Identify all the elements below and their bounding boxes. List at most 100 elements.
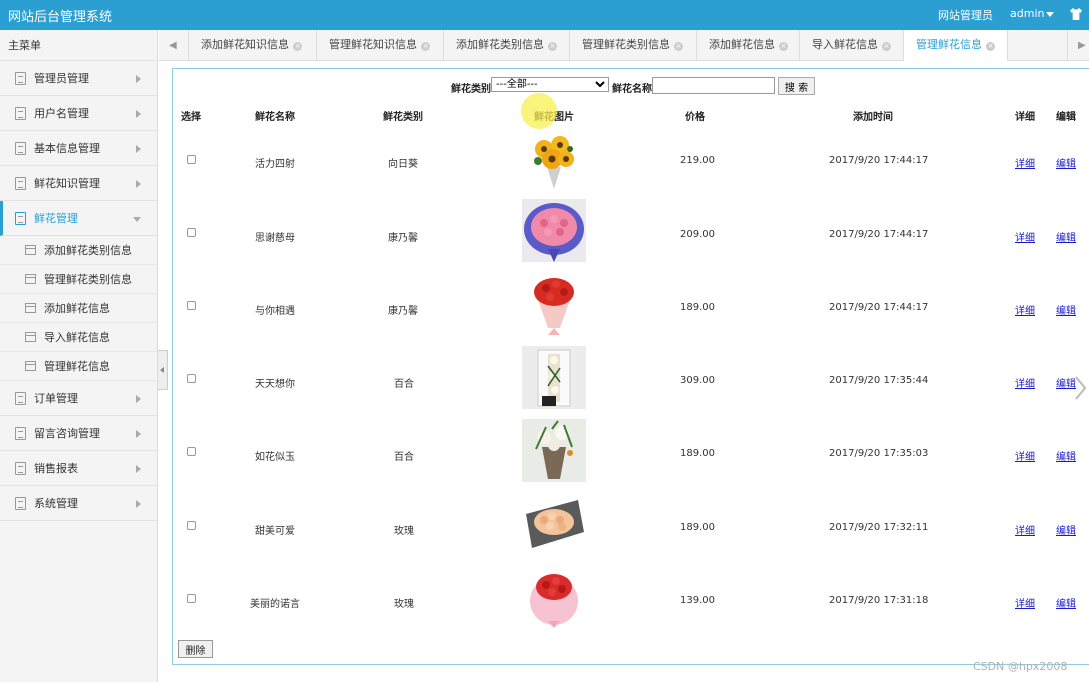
row-checkbox[interactable] — [187, 521, 196, 530]
category-cell: 百合 — [394, 452, 414, 463]
row-checkbox[interactable] — [187, 594, 196, 603]
document-icon — [15, 72, 26, 85]
tab-scroll-left-button[interactable]: ◀ — [159, 30, 189, 60]
row-checkbox[interactable] — [187, 228, 196, 237]
flower-name-cell: 甜美可爱 — [255, 526, 295, 537]
edit-link[interactable]: 编辑 — [1056, 302, 1076, 317]
price-cell: 309.00 — [680, 375, 715, 386]
sidebar-subitem-label: 添加鲜花信息 — [44, 302, 110, 315]
edit-link[interactable]: 编辑 — [1056, 448, 1076, 463]
added-time-cell: 2017/9/20 17:44:17 — [829, 229, 929, 240]
chevron-right-icon — [136, 180, 141, 188]
price-cell: 139.00 — [680, 595, 715, 606]
user-menu[interactable]: admin — [1010, 7, 1044, 20]
tab-manage-flower[interactable]: 管理鲜花信息 × — [904, 30, 1008, 61]
tab-manage-knowledge[interactable]: 管理鲜花知识信息 × — [317, 30, 444, 60]
detail-link[interactable]: 详细 — [1015, 229, 1035, 244]
sidebar-collapse-handle[interactable] — [158, 350, 168, 390]
category-cell: 玫瑰 — [394, 599, 414, 610]
tab-scroll-right-button[interactable]: ▶ — [1067, 30, 1089, 60]
edit-link[interactable]: 编辑 — [1056, 155, 1076, 170]
sidebar-subitem-label: 管理鲜花信息 — [44, 360, 110, 373]
tab-label: 添加鲜花类别信息 — [456, 38, 544, 51]
close-icon[interactable]: × — [779, 42, 788, 51]
header-edit: 编辑 — [1056, 112, 1076, 123]
detail-link[interactable]: 详细 — [1015, 522, 1035, 537]
document-icon — [15, 142, 26, 155]
theme-shirt-icon[interactable] — [1070, 8, 1082, 20]
sidebar-item-basic-info[interactable]: 基本信息管理 — [0, 131, 157, 166]
close-icon[interactable]: × — [293, 42, 302, 51]
detail-link[interactable]: 详细 — [1015, 448, 1035, 463]
document-icon — [15, 497, 26, 510]
sidebar-subitem-add-flower[interactable]: 添加鲜花信息 — [0, 294, 157, 323]
sidebar-item-orders[interactable]: 订单管理 — [0, 381, 157, 416]
tab-add-flower[interactable]: 添加鲜花信息 × — [697, 30, 800, 60]
chevron-right-icon[interactable] — [1074, 376, 1087, 400]
close-icon[interactable]: × — [674, 42, 683, 51]
row-checkbox[interactable] — [187, 374, 196, 383]
sidebar-item-flowers[interactable]: 鲜花管理 — [0, 201, 157, 236]
red-carnation-bouquet-image — [522, 272, 586, 335]
tab-bar: ◀ 添加鲜花知识信息 × 管理鲜花知识信息 × 添加鲜花类别信息 × 管理鲜花类别信息… — [159, 30, 1089, 61]
price-cell: 189.00 — [680, 522, 715, 533]
cursor-highlight — [521, 93, 557, 129]
sidebar-item-users[interactable]: 用户名管理 — [0, 96, 157, 131]
edit-link[interactable]: 编辑 — [1056, 375, 1076, 390]
chevron-down-icon — [133, 217, 141, 222]
sidebar-item-flower-knowledge[interactable]: 鲜花知识管理 — [0, 166, 157, 201]
price-cell: 219.00 — [680, 155, 715, 166]
tab-add-knowledge[interactable]: 添加鲜花知识信息 × — [189, 30, 317, 60]
detail-link[interactable]: 详细 — [1015, 375, 1035, 390]
sidebar-subitem-add-category[interactable]: 添加鲜花类别信息 — [0, 236, 157, 265]
detail-link[interactable]: 详细 — [1015, 302, 1035, 317]
sidebar-item-messages[interactable]: 留言咨询管理 — [0, 416, 157, 451]
admin-role-label: 网站管理员 — [938, 9, 993, 22]
flower-name-cell: 如花似玉 — [255, 452, 295, 463]
header-select: 选择 — [181, 112, 201, 123]
added-time-cell: 2017/9/20 17:44:17 — [829, 302, 929, 313]
chevron-right-icon — [136, 75, 141, 83]
chevron-down-icon[interactable] — [1046, 12, 1054, 17]
sidebar-item-sales-report[interactable]: 销售报表 — [0, 451, 157, 486]
row-checkbox[interactable] — [187, 301, 196, 310]
category-cell: 向日葵 — [388, 159, 418, 170]
lily-gift-box-image — [522, 346, 586, 409]
edit-link[interactable]: 编辑 — [1056, 522, 1076, 537]
sidebar-subitem-label: 添加鲜花类别信息 — [44, 244, 132, 257]
flower-name-cell: 思谢慈母 — [255, 233, 295, 244]
category-select[interactable]: ---全部--- — [491, 77, 609, 92]
tab-add-category[interactable]: 添加鲜花类别信息 × — [444, 30, 570, 60]
flower-name-input[interactable] — [652, 77, 775, 94]
detail-link[interactable]: 详细 — [1015, 595, 1035, 610]
sidebar-item-system[interactable]: 系统管理 — [0, 486, 157, 521]
search-button[interactable]: 搜 索 — [778, 77, 815, 95]
added-time-cell: 2017/9/20 17:31:18 — [829, 595, 929, 606]
sidebar-subitem-manage-flower[interactable]: 管理鲜花信息 — [0, 352, 157, 381]
delete-button[interactable]: 删除 — [178, 640, 213, 658]
sidebar-subitem-import-flower[interactable]: 导入鲜花信息 — [0, 323, 157, 352]
edit-link[interactable]: 编辑 — [1056, 595, 1076, 610]
tab-import-flower[interactable]: 导入鲜花信息 × — [800, 30, 904, 60]
tab-label: 管理鲜花类别信息 — [582, 38, 670, 51]
tab-label: 管理鲜花信息 — [916, 38, 982, 51]
row-checkbox[interactable] — [187, 447, 196, 456]
window-icon — [25, 361, 36, 371]
sidebar-item-label: 基本信息管理 — [34, 142, 100, 155]
flower-name-cell: 天天想你 — [255, 379, 295, 390]
champagne-rose-box-image — [522, 492, 586, 555]
close-icon[interactable]: × — [882, 42, 891, 51]
added-time-cell: 2017/9/20 17:32:11 — [829, 522, 929, 533]
sidebar-subitem-manage-category[interactable]: 管理鲜花类别信息 — [0, 265, 157, 294]
close-icon[interactable]: × — [421, 42, 430, 51]
close-icon[interactable]: × — [986, 42, 995, 51]
category-label: 鲜花类别 — [451, 84, 491, 95]
row-checkbox[interactable] — [187, 155, 196, 164]
tab-label: 添加鲜花信息 — [709, 38, 775, 51]
detail-link[interactable]: 详细 — [1015, 155, 1035, 170]
window-icon — [25, 245, 36, 255]
tab-manage-category[interactable]: 管理鲜花类别信息 × — [570, 30, 697, 60]
close-icon[interactable]: × — [548, 42, 557, 51]
edit-link[interactable]: 编辑 — [1056, 229, 1076, 244]
sidebar-item-admin[interactable]: 管理员管理 — [0, 61, 157, 96]
